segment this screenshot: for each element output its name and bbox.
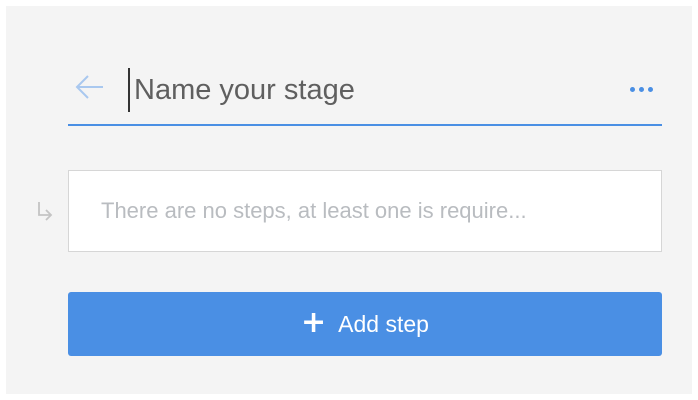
subdirectory-arrow-icon: [36, 200, 54, 222]
stage-header: [68, 64, 662, 126]
more-horizontal-icon: [629, 86, 635, 92]
empty-steps-message: There are no steps, at least one is requ…: [101, 198, 527, 223]
back-button[interactable]: [74, 72, 106, 102]
stage-name-input[interactable]: [128, 68, 548, 112]
add-step-button[interactable]: + Add step: [68, 292, 662, 356]
stage-editor-panel: There are no steps, at least one is requ…: [6, 6, 692, 394]
more-horizontal-icon-dot: [647, 86, 653, 92]
more-options-button[interactable]: [624, 76, 658, 102]
more-horizontal-icon-dot: [638, 86, 644, 92]
steps-list: There are no steps, at least one is requ…: [68, 170, 662, 252]
add-step-label: Add step: [338, 310, 429, 337]
plus-icon: +: [301, 304, 327, 340]
arrow-left-icon: [75, 75, 103, 99]
